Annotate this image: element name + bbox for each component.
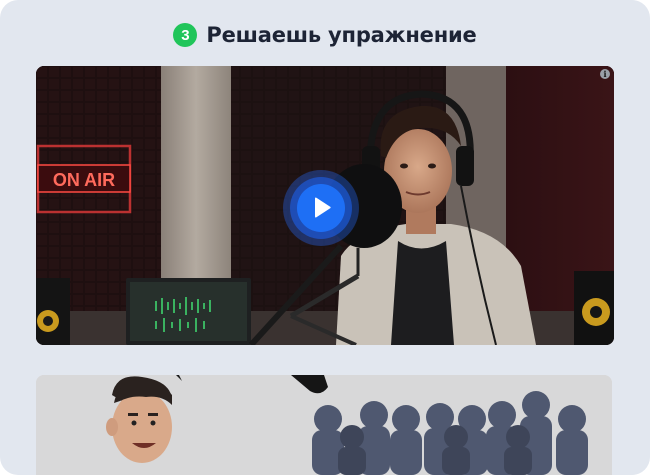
illustration-card [36,375,612,475]
step-number-badge: 3 [173,23,198,47]
lesson-steps-panel: 3 Решаешь упражнение ON AIR i [0,0,650,475]
on-air-sign: ON AIR [53,170,115,190]
play-button-ring [290,177,352,239]
play-button-core [297,184,345,232]
play-icon [315,197,331,218]
info-icon[interactable]: i [600,69,610,79]
step-heading: 3 Решаешь упражнение [0,23,650,47]
play-button[interactable] [283,170,359,246]
step-title: Решаешь упражнение [206,23,477,47]
video-player[interactable]: ON AIR i [36,66,614,345]
cartoon-illustration [36,375,612,475]
